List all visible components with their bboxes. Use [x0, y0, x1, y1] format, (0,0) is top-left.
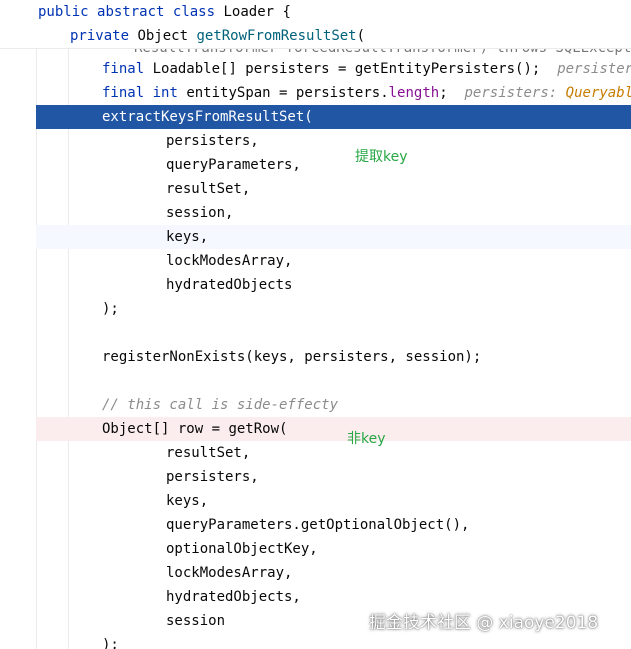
code-line[interactable]: final Loadable[] persisters = getEntityP… — [102, 57, 631, 81]
code-line[interactable]: hydratedObjects — [166, 273, 292, 297]
code-line[interactable]: ); — [102, 633, 119, 649]
code-line[interactable]: resultSet, — [166, 177, 250, 201]
annotation-non-key: 非key — [347, 431, 386, 447]
code-line[interactable]: session, — [166, 201, 233, 225]
inlay-hint-type: Queryable[1 — [565, 85, 631, 101]
inlay-hint: persisters: — [557, 61, 631, 77]
code-line[interactable]: session — [166, 609, 225, 633]
code-line[interactable]: optionalObjectKey, — [166, 537, 318, 561]
code-line[interactable]: ); — [102, 297, 119, 321]
caret-line-highlight — [36, 225, 631, 249]
code-line[interactable]: lockModesArray, — [166, 249, 292, 273]
code-line[interactable]: keys, — [166, 489, 208, 513]
code-line[interactable]: queryParameters.getOptionalObject(), — [166, 513, 469, 537]
code-line[interactable]: queryParameters, — [166, 153, 301, 177]
code-line[interactable]: Object[] row = getRow( — [102, 417, 287, 441]
code-line[interactable]: persisters, — [166, 129, 259, 153]
code-line-selected[interactable]: extractKeysFromResultSet( — [102, 105, 313, 129]
code-comment[interactable]: // this call is side-effecty — [102, 393, 338, 417]
code-line[interactable]: final int entitySpan = persisters.length… — [102, 81, 631, 105]
code-line[interactable]: registerNonExists(keys, persisters, sess… — [102, 345, 481, 369]
annotation-extract-key: 提取key — [355, 149, 408, 165]
sticky-method-line[interactable]: private Object getRowFromResultSet( — [70, 24, 365, 48]
inlay-hint: persisters: — [464, 85, 558, 101]
code-line[interactable]: persisters, — [166, 465, 259, 489]
code-line[interactable]: keys, — [166, 225, 208, 249]
sticky-scroll-header[interactable]: public abstract class Loader { private O… — [0, 0, 631, 49]
code-line[interactable]: resultSet, — [166, 441, 250, 465]
code-line[interactable]: lockModesArray, — [166, 561, 292, 585]
sticky-class-line[interactable]: public abstract class Loader { — [38, 0, 291, 24]
watermark: 掘金技术社区 @ xiaoye2018 — [369, 613, 599, 633]
code-editor[interactable]: final Loadable[] persisters = getEntityP… — [0, 0, 631, 649]
code-line[interactable]: hydratedObjects, — [166, 585, 301, 609]
